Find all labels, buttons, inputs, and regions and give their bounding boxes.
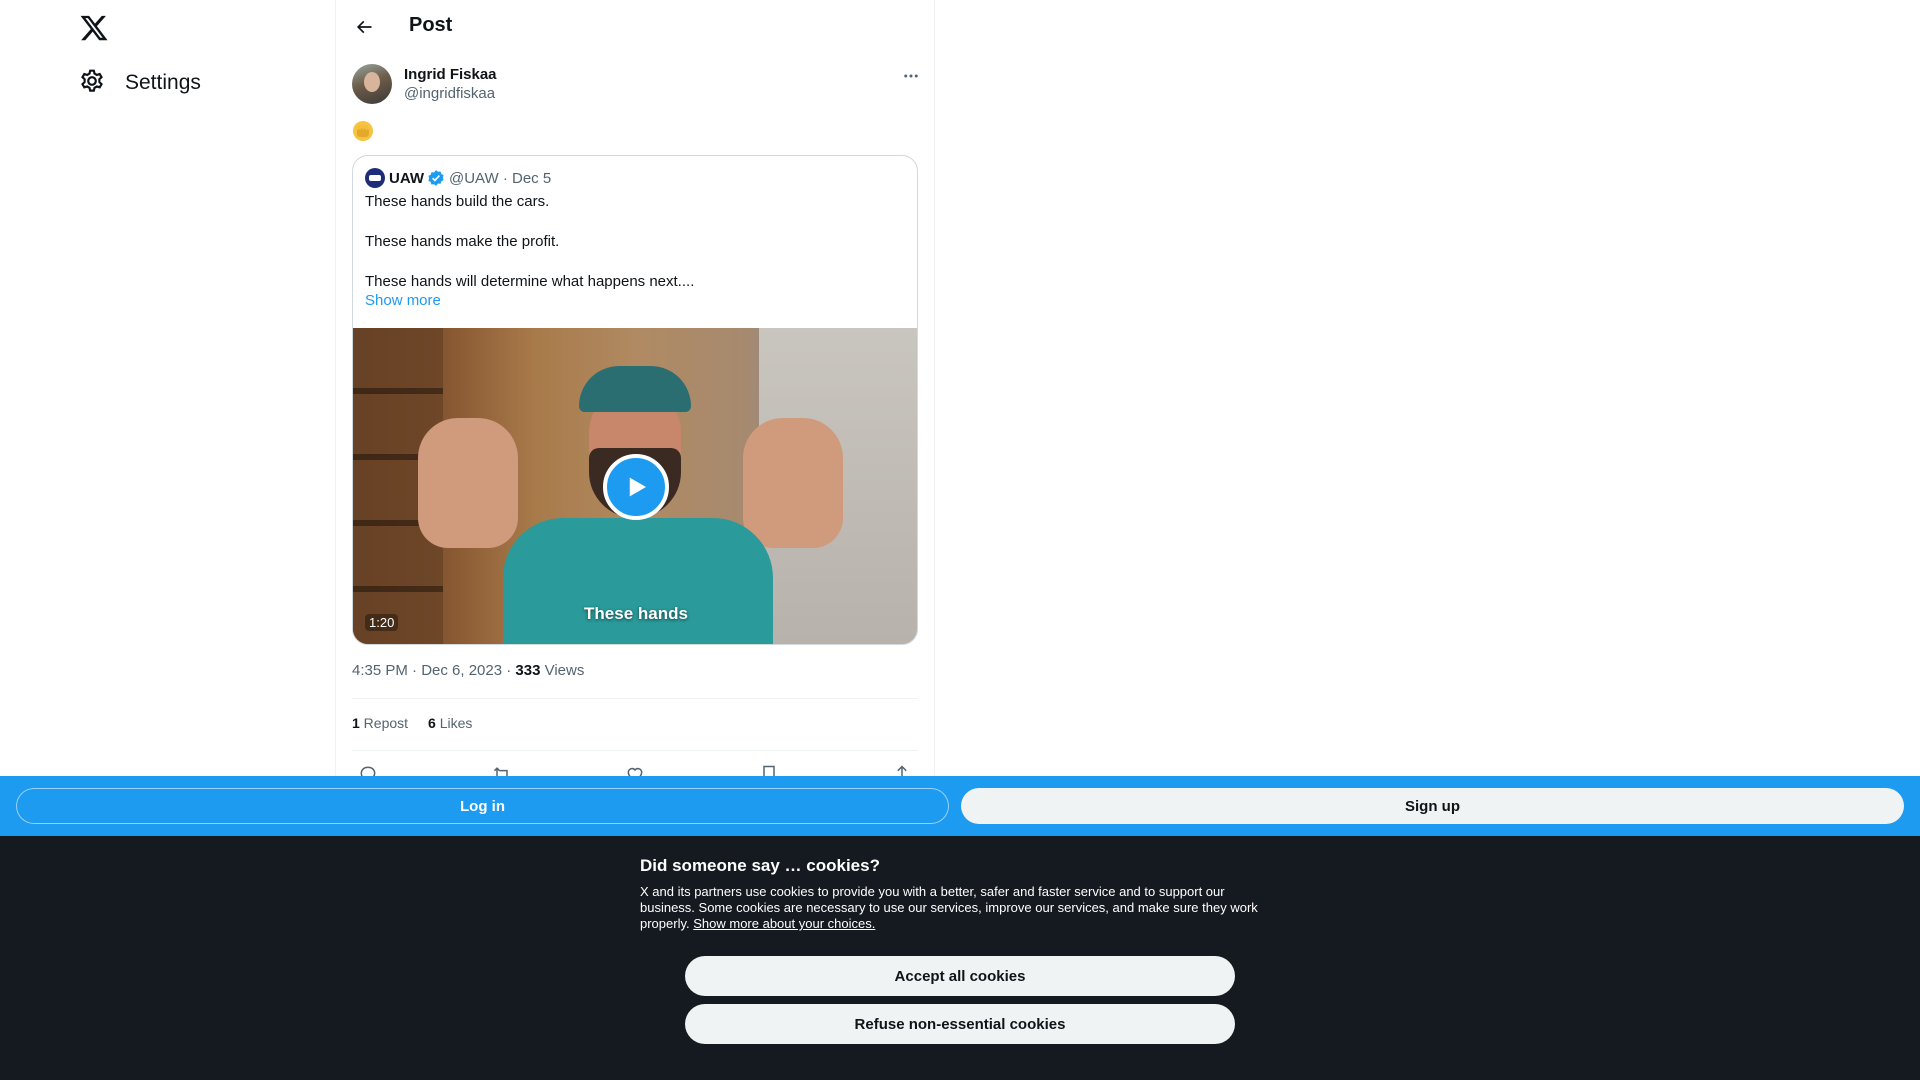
play-icon bbox=[629, 477, 646, 497]
avatar[interactable] bbox=[352, 64, 392, 104]
post-stats: 1 Repost 6 Likes bbox=[352, 715, 472, 731]
quoted-post-text: These hands build the cars. These hands … bbox=[365, 192, 905, 292]
accept-cookies-button[interactable]: Accept all cookies bbox=[685, 956, 1235, 996]
arrow-left-icon bbox=[356, 20, 372, 34]
refuse-cookies-button[interactable]: Refuse non-essential cookies bbox=[685, 1004, 1235, 1044]
quoted-author-name[interactable]: UAW bbox=[389, 170, 424, 187]
settings-label: Settings bbox=[125, 71, 201, 94]
cookie-banner: Did someone say … cookies? X and its par… bbox=[0, 836, 1920, 1080]
gear-icon bbox=[79, 68, 105, 99]
video-duration: 1:20 bbox=[365, 614, 399, 631]
views-count: 333 bbox=[515, 662, 541, 679]
video-player[interactable]: These hands 1:20 bbox=[353, 328, 917, 644]
quoted-post[interactable]: UAW @UAW · Dec 5 These hands build the c… bbox=[352, 155, 918, 645]
show-more-link[interactable]: Show more bbox=[365, 292, 441, 309]
post-author: Ingrid Fiskaa @ingridfiskaa bbox=[352, 64, 497, 104]
cookie-text: X and its partners use cookies to provid… bbox=[640, 884, 1258, 931]
avatar[interactable] bbox=[365, 168, 385, 188]
more-options-button[interactable] bbox=[899, 66, 923, 86]
quoted-line: These hands build the cars. bbox=[365, 193, 550, 210]
post-meta: 4:35 PM · Dec 6, 2023 · 333 Views bbox=[352, 662, 584, 679]
x-logo-icon[interactable] bbox=[79, 13, 109, 43]
cookie-choices-link[interactable]: Show more about your choices. bbox=[693, 916, 875, 931]
signup-button[interactable]: Sign up bbox=[961, 788, 1904, 824]
divider bbox=[352, 750, 918, 751]
raised-fist-emoji bbox=[352, 120, 374, 142]
post-header: Post bbox=[336, 0, 934, 54]
video-caption: These hands bbox=[584, 604, 688, 623]
divider bbox=[352, 698, 918, 699]
cookie-title: Did someone say … cookies? bbox=[640, 856, 880, 875]
reposts-stat[interactable]: 1 Repost bbox=[352, 715, 408, 731]
likes-stat[interactable]: 6 Likes bbox=[428, 715, 472, 731]
post-timestamp[interactable]: 4:35 PM · Dec 6, 2023 · bbox=[352, 662, 515, 679]
author-handle[interactable]: @ingridfiskaa bbox=[404, 84, 604, 104]
page-title: Post bbox=[409, 14, 453, 36]
ellipsis-icon bbox=[904, 74, 918, 78]
author-name[interactable]: Ingrid Fiskaa bbox=[404, 66, 604, 84]
quoted-post-header: UAW @UAW · Dec 5 bbox=[365, 168, 551, 188]
back-button[interactable] bbox=[348, 11, 380, 43]
verified-badge-icon bbox=[427, 169, 445, 187]
login-bar: Log in Sign up bbox=[0, 776, 1920, 836]
login-button[interactable]: Log in bbox=[16, 788, 949, 824]
views-label: Views bbox=[540, 662, 585, 679]
quoted-handle-date: @UAW · Dec 5 bbox=[449, 169, 552, 187]
play-button[interactable] bbox=[603, 454, 669, 520]
quoted-line: These hands make the profit. bbox=[365, 233, 560, 250]
quoted-line: These hands will determine what happens … bbox=[365, 273, 695, 290]
nav-settings[interactable]: Settings bbox=[79, 66, 201, 100]
